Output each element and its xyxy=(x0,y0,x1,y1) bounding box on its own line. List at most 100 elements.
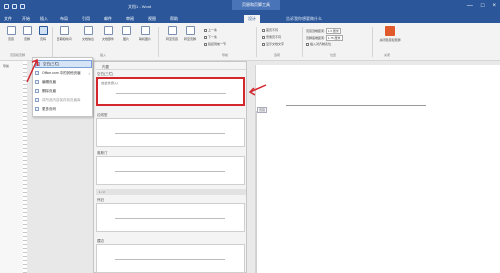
close-header-footer-icon xyxy=(385,26,395,36)
group-label-close: 关闭 xyxy=(384,53,391,57)
gallery-item-preview-line xyxy=(115,218,225,219)
previous-button[interactable]: 上一条 xyxy=(204,28,217,32)
gallery-item-banded[interactable] xyxy=(96,244,245,273)
tab-mailings[interactable]: 邮件 xyxy=(104,15,112,23)
tab-references[interactable]: 引用 xyxy=(82,15,90,23)
document-page[interactable]: 页眉 xyxy=(255,65,500,273)
tab-view[interactable]: 视图 xyxy=(148,15,156,23)
quick-parts-button[interactable]: 文档部件 xyxy=(100,26,116,41)
chevron-right-icon: › xyxy=(88,70,90,76)
gallery-section-divider: 1 / 2 xyxy=(96,189,246,195)
redo-icon[interactable] xyxy=(20,4,25,9)
alignment-tab-icon xyxy=(306,42,309,46)
calendar-icon xyxy=(59,26,69,35)
tab-home[interactable]: 开始 xyxy=(22,15,30,23)
link-icon xyxy=(204,42,207,46)
online-pictures-button[interactable]: 联机图片 xyxy=(137,26,153,41)
footer-button[interactable]: 页脚 xyxy=(19,26,35,41)
menu-item-label: 将所选内容保存到页眉库 xyxy=(42,97,81,102)
show-document-text-checkbox[interactable]: 显示文档文字 xyxy=(262,42,284,46)
online-pictures-label: 联机图片 xyxy=(138,37,151,41)
gallery-item-retrospect[interactable] xyxy=(96,203,245,232)
checkbox-icon xyxy=(262,42,265,46)
document-title: 文档1 - Word xyxy=(128,4,152,9)
document-info-button[interactable]: 文档信息 xyxy=(80,26,96,41)
menu-item-label: Office.com 中的其他页眉 xyxy=(42,70,81,75)
minimize-button[interactable]: — xyxy=(467,3,473,9)
menu-item-remove-header[interactable]: 删除页眉 xyxy=(35,87,92,95)
context-tab-header-footer-tools: 页眉和页脚工具 xyxy=(232,0,280,10)
menu-item-icon xyxy=(35,80,39,84)
navigation-label: 导航 xyxy=(3,64,10,68)
gallery-item-austin[interactable] xyxy=(96,156,245,185)
menu-item-icon xyxy=(35,98,39,102)
menu-item-edit-header[interactable]: 编辑页眉 xyxy=(35,78,92,86)
close-window-button[interactable]: × xyxy=(492,3,496,9)
date-time-label: 日期和时间 xyxy=(56,37,72,41)
goto-header-button[interactable]: 转至页眉 xyxy=(164,26,180,41)
different-odd-even-label: 奇偶页不同 xyxy=(266,35,282,39)
insert-alignment-tab-button[interactable]: 插入对齐制表位 xyxy=(306,42,331,46)
next-label: 下一条 xyxy=(208,35,218,39)
save-icon[interactable] xyxy=(4,4,9,9)
document-info-label: 文档信息 xyxy=(81,37,94,41)
menu-item-more-page-numbers[interactable]: 更多页码 xyxy=(35,105,92,113)
next-icon xyxy=(204,35,207,39)
header-icon xyxy=(6,26,16,35)
navigation-pane: 导航 xyxy=(0,61,27,273)
pictures-button[interactable]: 图片 xyxy=(118,26,134,41)
header-dropdown-menu: 空白(三栏) Office.com 中的其他页眉 › 编辑页眉 删除页眉 将所选… xyxy=(32,57,93,117)
gallery-item-blank-three-column[interactable]: [在此处键入] xyxy=(96,77,245,106)
close-header-footer-label: 关闭页眉和页脚 xyxy=(379,38,401,42)
different-odd-even-checkbox[interactable]: 奇偶页不同 xyxy=(262,35,281,39)
quick-parts-label: 文档部件 xyxy=(101,37,114,41)
link-to-previous-label: 链接到前一节 xyxy=(208,42,227,46)
title-bar: 文档1 - Word 页眉和页脚工具 — □ × xyxy=(0,0,500,14)
different-first-page-checkbox[interactable]: 首页不同 xyxy=(262,28,278,32)
maximize-button[interactable]: □ xyxy=(481,3,485,9)
vertical-ruler xyxy=(23,61,27,273)
page-margin-line xyxy=(256,111,257,273)
tell-me-search[interactable]: 告诉我你想要做什么 xyxy=(286,15,348,22)
header-tag: 页眉 xyxy=(257,107,268,113)
header-button-label: 页眉 xyxy=(7,37,14,41)
footer-icon xyxy=(22,26,32,35)
link-to-previous-button[interactable]: 链接到前一节 xyxy=(204,42,226,46)
group-label-options: 选项 xyxy=(274,53,281,57)
gallery-item-sideline[interactable] xyxy=(96,118,245,147)
header-from-top-input[interactable]: 1.5 厘米 xyxy=(325,28,341,34)
tab-layout[interactable]: 布局 xyxy=(60,15,68,23)
undo-icon[interactable] xyxy=(12,4,17,9)
header-button[interactable]: 页眉 xyxy=(3,26,19,41)
group-label-position: 位置 xyxy=(330,53,337,57)
tab-insert[interactable]: 插入 xyxy=(40,15,48,23)
goto-footer-button[interactable]: 转至页脚 xyxy=(182,26,198,41)
header-gallery: 内置 空白(三栏) [在此处键入] 边线型 奥斯汀 1 / 2 怀旧 镶边 xyxy=(93,61,247,273)
group-label-insert: 插入 xyxy=(100,53,107,57)
menu-item-label: 更多页码 xyxy=(42,106,56,111)
gallery-title: 内置 xyxy=(102,65,109,69)
menu-item-icon xyxy=(35,107,39,111)
footer-from-bottom-input[interactable]: 1.75 厘米 xyxy=(325,35,343,41)
show-document-text-label: 显示文档文字 xyxy=(266,42,285,46)
menu-item-icon xyxy=(35,89,39,93)
previous-icon xyxy=(204,28,207,32)
menu-item-office-more-headers[interactable]: Office.com 中的其他页眉 › xyxy=(35,69,92,77)
menu-item-label: 编辑页眉 xyxy=(42,79,56,84)
tab-design[interactable]: 设计 xyxy=(244,15,260,23)
menu-item-blank-three-column[interactable]: 空白(三栏) xyxy=(35,60,92,68)
tab-file[interactable]: 文件 xyxy=(4,15,12,23)
next-button[interactable]: 下一条 xyxy=(204,35,217,39)
close-header-footer-button[interactable]: 关闭页眉和页脚 xyxy=(379,26,401,42)
tab-help[interactable]: 帮助 xyxy=(170,15,178,23)
page-number-button-label: 页码 xyxy=(39,37,46,41)
page-number-icon xyxy=(38,26,48,35)
different-first-page-label: 首页不同 xyxy=(266,28,279,32)
group-label-header-footer: 页眉和页脚 xyxy=(10,53,26,57)
page-number-button[interactable]: 页码 xyxy=(35,26,51,41)
group-label-navigation: 导航 xyxy=(222,53,229,57)
tab-review[interactable]: 审阅 xyxy=(126,15,134,23)
date-time-button[interactable]: 日期和时间 xyxy=(56,26,72,41)
group-separator xyxy=(158,27,159,57)
menu-item-save-selection[interactable]: 将所选内容保存到页眉库 xyxy=(35,96,92,104)
